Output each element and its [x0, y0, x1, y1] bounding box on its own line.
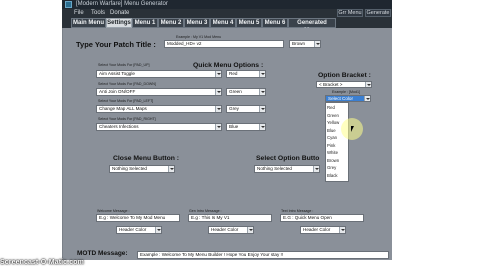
quick-option-color-right-value: Blue: [229, 124, 239, 129]
quick-option-label-left: Select Your Mods For [PAD_LEFT]: [98, 99, 154, 103]
chevron-down-icon: [155, 227, 161, 233]
patch-title-heading: Type Your Patch Title :: [76, 40, 156, 49]
tab-menu-5[interactable]: Menu 5: [236, 18, 262, 28]
quick-option-label-down: Select Your Mods For [PAD_DOWN]: [98, 82, 156, 86]
welcome-message-input[interactable]: E.g : Welcome To My Mod Menu: [96, 214, 180, 222]
welcome-header-color-value: Header Color: [119, 227, 147, 232]
text-intro-message-input[interactable]: E.G : Quick Menu Open: [280, 214, 364, 222]
tab-menu-3[interactable]: Menu 3: [184, 18, 210, 28]
patch-example-label: Example : My V1 Mod Menu: [176, 35, 222, 39]
tab-menu-4[interactable]: Menu 4: [210, 18, 236, 28]
chevron-down-icon: [259, 89, 265, 95]
color-option-white[interactable]: White: [327, 149, 338, 157]
quick-option-value-up: Aim Assist Toggle: [99, 71, 135, 76]
chevron-down-icon: [313, 166, 319, 172]
close-menu-select[interactable]: Nothing Selected: [109, 165, 175, 173]
app-icon: [65, 1, 72, 8]
option-bracket-heading: Option Bracket :: [318, 72, 371, 79]
gen-intro-message-input[interactable]: E.g : This Is My V1: [188, 214, 272, 222]
color-option-yellow[interactable]: Yellow: [327, 119, 339, 127]
mouse-cursor-icon: [351, 126, 354, 132]
window-title: [Modern Warfare] Menu Generator: [76, 1, 168, 7]
option-bracket-value: < Bracket >: [319, 82, 343, 87]
chevron-down-icon: [215, 89, 221, 95]
window-title-bar: [Modern Warfare] Menu Generator: [62, 0, 392, 9]
select-option-select[interactable]: Nothing Selected: [254, 165, 320, 173]
option-bracket-example: Example : [Mod1]: [332, 90, 360, 94]
chevron-down-icon: [259, 106, 265, 112]
chevron-down-icon: [364, 96, 370, 101]
quick-option-select-left[interactable]: Change Map ALL Maps: [96, 105, 222, 113]
text-intro-message-label: Text Intro Message :: [281, 209, 314, 213]
quick-option-color-right[interactable]: Blue: [226, 123, 266, 131]
welcome-message-label: Welcome Message :: [97, 209, 130, 213]
quick-option-select-right[interactable]: Cheaters Infections: [96, 123, 222, 131]
close-menu-heading: Close Menu Button :: [113, 155, 180, 162]
quick-option-value-down: Anti Join ON/OFF: [99, 89, 136, 94]
welcome-header-color-select[interactable]: Header Color: [116, 226, 162, 234]
color-option-green[interactable]: Green: [327, 112, 339, 120]
tab-menu-2[interactable]: Menu 2: [158, 18, 184, 28]
quick-option-select-down[interactable]: Anti Join ON/OFF: [96, 88, 222, 96]
patch-color-select[interactable]: Brown: [289, 40, 321, 48]
patch-color-value: Brown: [292, 41, 306, 46]
quick-options-heading: Quick Menu Options :: [193, 62, 264, 69]
patch-title-input[interactable]: Modded_HD» v2: [164, 40, 284, 48]
gen-intro-message-label: Gen Intro Message :: [189, 209, 222, 213]
quick-option-color-left[interactable]: Grey: [226, 105, 266, 113]
tab-main-menu[interactable]: Main Menu: [71, 18, 106, 28]
quick-option-color-up[interactable]: Red: [226, 70, 266, 78]
quick-option-color-up-value: Red: [229, 71, 238, 76]
text-intro-header-color-value: Header Color: [303, 227, 331, 232]
color-option-pink[interactable]: Pink: [327, 142, 335, 150]
chevron-down-icon: [215, 124, 221, 130]
tab-menu-6[interactable]: Menu 6: [262, 18, 288, 28]
color-option-blue[interactable]: Blue: [327, 127, 336, 135]
chevron-down-icon: [215, 71, 221, 77]
chevron-down-icon: [259, 124, 265, 130]
tab-settings[interactable]: Settings: [106, 18, 132, 28]
generate-button[interactable]: Generate: [365, 9, 391, 17]
chevron-down-icon: [215, 106, 221, 112]
quick-option-color-left-value: Grey: [229, 106, 239, 111]
chevron-down-icon: [314, 41, 320, 47]
color-option-red[interactable]: Red: [327, 104, 335, 112]
tab-generated-menu[interactable]: Generated Menu: [288, 18, 336, 34]
quick-option-label-up: Select Your Mods For [PAD_UP]: [98, 63, 150, 67]
quick-option-value-left: Change Map ALL Maps: [99, 106, 147, 111]
chevron-down-icon: [247, 227, 253, 233]
select-option-value: Nothing Selected: [257, 166, 292, 171]
option-bracket-select[interactable]: < Bracket >: [316, 81, 372, 88]
quick-option-color-down-value: Green: [229, 89, 242, 94]
color-option-grey[interactable]: Grey: [327, 164, 336, 172]
color-option-brown[interactable]: Brown: [327, 157, 339, 165]
menu-tools[interactable]: Tools: [91, 9, 105, 18]
bracket-color-value: Select Color: [328, 96, 354, 101]
motd-label: MOTD Message:: [77, 250, 128, 257]
grr-menu-button[interactable]: Grr Menu: [337, 9, 363, 17]
screencast-watermark: Screencast-O-Matic.com: [0, 259, 84, 266]
chevron-down-icon: [339, 227, 345, 233]
chevron-down-icon: [365, 82, 371, 87]
tab-menu-1[interactable]: Menu 1: [132, 18, 158, 28]
quick-option-select-up[interactable]: Aim Assist Toggle: [96, 70, 222, 78]
chevron-down-icon: [168, 166, 174, 172]
select-option-heading: Select Option Butto: [256, 155, 320, 162]
close-menu-value: Nothing Selected: [112, 166, 147, 171]
quick-option-label-right: Select Your Mods For [PAD_RIGHT]: [98, 117, 156, 121]
menu-donate[interactable]: Donate: [110, 9, 129, 18]
chevron-down-icon: [259, 71, 265, 77]
bracket-color-select[interactable]: Select Color: [325, 95, 371, 102]
quick-option-color-down[interactable]: Green: [226, 88, 266, 96]
motd-input[interactable]: Example : Welcome To My Menu Builder ! H…: [137, 251, 389, 259]
text-intro-header-color-select[interactable]: Header Color: [300, 226, 346, 234]
gen-intro-header-color-value: Header Color: [211, 227, 239, 232]
color-option-cyan[interactable]: Cyan: [327, 134, 337, 142]
color-option-black[interactable]: Black: [327, 172, 338, 180]
quick-option-value-right: Cheaters Infections: [99, 124, 139, 129]
menu-file[interactable]: File: [74, 9, 84, 18]
gen-intro-header-color-select[interactable]: Header Color: [208, 226, 254, 234]
